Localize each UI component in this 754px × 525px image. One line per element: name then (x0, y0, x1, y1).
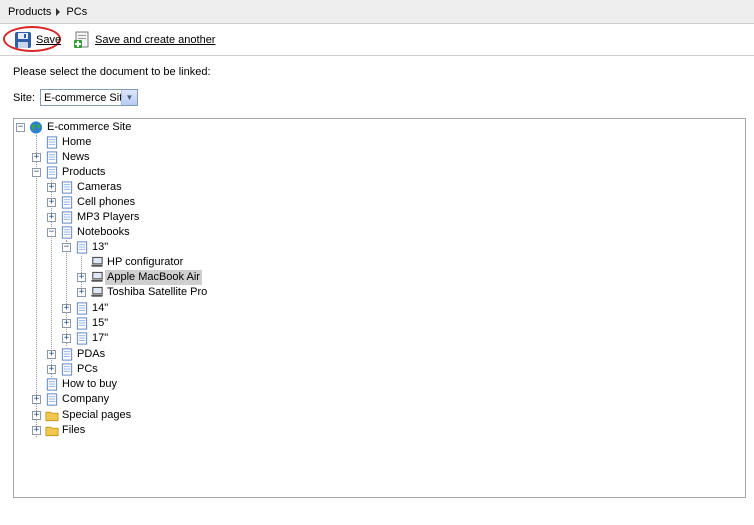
tree-node-pcs[interactable]: + PCs (14, 362, 314, 377)
tree-label: How to buy (62, 378, 118, 390)
tree-node-cameras[interactable]: + Cameras (14, 180, 314, 195)
expand-icon[interactable]: + (77, 273, 86, 282)
tree-node-14-inch[interactable]: + 14" (14, 301, 314, 316)
save-button[interactable]: Save (14, 31, 61, 49)
expand-icon[interactable]: + (77, 288, 86, 297)
collapse-icon[interactable]: − (62, 243, 71, 252)
tree-node-home[interactable]: Home (14, 135, 314, 150)
expand-icon[interactable]: + (62, 319, 71, 328)
document-icon (61, 363, 73, 376)
tree-node-notebooks[interactable]: − Notebooks (14, 225, 314, 240)
folder-icon (45, 426, 59, 437)
expand-icon[interactable]: + (32, 411, 41, 420)
expand-icon[interactable]: + (32, 395, 41, 404)
document-icon (76, 317, 88, 330)
tree-label: Company (62, 393, 110, 405)
expand-icon[interactable]: + (47, 350, 56, 359)
tree-node-apple-macbook-air[interactable]: + Apple MacBook Air (14, 270, 314, 285)
document-tree: − E-commerce Site Home + News − Products… (13, 118, 746, 498)
document-icon (76, 332, 88, 345)
tree-node-mp3-players[interactable]: + MP3 Players (14, 210, 314, 225)
tree-label: Cameras (77, 181, 122, 193)
site-selector-row: Site: E-commerce Site ▼ (13, 89, 139, 106)
tree-label: Toshiba Satellite Pro (107, 286, 208, 298)
tree-label: Special pages (62, 409, 132, 421)
save-new-icon (74, 31, 89, 48)
collapse-icon[interactable]: − (47, 228, 56, 237)
laptop-icon (90, 271, 104, 282)
tree-label: Notebooks (77, 226, 130, 238)
tree-label: 14" (92, 302, 109, 314)
expand-icon[interactable]: + (47, 213, 56, 222)
document-icon (46, 136, 58, 149)
tree-label: 17" (92, 332, 109, 344)
tree-label: Home (62, 136, 92, 148)
expand-icon[interactable]: + (32, 426, 41, 435)
chevron-down-icon[interactable]: ▼ (121, 90, 138, 105)
tree-label: Products (62, 166, 106, 178)
save-and-create-another-button[interactable]: Save and create another (73, 31, 215, 49)
document-icon (61, 181, 73, 194)
tree-label-selected: Apple MacBook Air (105, 270, 202, 285)
tree-label: HP configurator (107, 256, 184, 268)
floppy-disk-icon (15, 32, 31, 48)
tree-label: E-commerce Site (47, 121, 132, 133)
tree-label: 15" (92, 317, 109, 329)
tree-node-15-inch[interactable]: + 15" (14, 316, 314, 331)
save-label: Save (36, 34, 62, 46)
site-select-value: E-commerce Site (44, 91, 129, 104)
collapse-icon[interactable]: − (32, 168, 41, 177)
site-label: Site: (13, 91, 36, 104)
tree-node-news[interactable]: + News (14, 150, 314, 165)
breadcrumb-separator-icon (56, 7, 61, 16)
document-icon (61, 348, 73, 361)
intro-text: Please select the document to be linked: (13, 66, 211, 78)
expand-icon[interactable]: + (47, 198, 56, 207)
tree-label: News (62, 151, 90, 163)
expand-icon[interactable]: + (62, 304, 71, 313)
document-icon (46, 166, 58, 179)
breadcrumb: Products PCs (0, 0, 754, 24)
tree-label: MP3 Players (77, 211, 140, 223)
tree-node-root[interactable]: − E-commerce Site (14, 120, 314, 135)
tree-label: PCs (77, 363, 98, 375)
expand-icon[interactable]: + (47, 183, 56, 192)
tree-node-toshiba-satellite-pro[interactable]: + Toshiba Satellite Pro (14, 285, 314, 300)
document-icon (61, 196, 73, 209)
document-icon (46, 393, 58, 406)
laptop-icon (90, 256, 104, 267)
tree-node-products[interactable]: − Products (14, 165, 314, 180)
tree-label: 13" (92, 241, 109, 253)
tree-label: Files (62, 424, 86, 436)
folder-icon (45, 411, 59, 422)
expand-icon[interactable]: + (32, 153, 41, 162)
document-icon (76, 241, 88, 254)
document-icon (61, 211, 73, 224)
save-and-create-another-label: Save and create another (95, 34, 216, 46)
toolbar: Save Save and create another (0, 24, 754, 56)
tree-node-pdas[interactable]: + PDAs (14, 347, 314, 362)
document-icon (76, 302, 88, 315)
tree-node-company[interactable]: + Company (14, 392, 314, 407)
globe-icon (29, 121, 43, 134)
tree-label: Cell phones (77, 196, 136, 208)
tree-node-how-to-buy[interactable]: How to buy (14, 377, 314, 392)
document-icon (61, 226, 73, 239)
tree-label: PDAs (77, 348, 106, 360)
tree-node-hp-configurator[interactable]: HP configurator (14, 255, 314, 270)
breadcrumb-products[interactable]: Products (8, 6, 51, 18)
tree-node-17-inch[interactable]: + 17" (14, 331, 314, 346)
document-icon (46, 378, 58, 391)
breadcrumb-pcs: PCs (66, 5, 88, 18)
document-icon (46, 151, 58, 164)
expand-icon[interactable]: + (47, 365, 56, 374)
tree-node-cell-phones[interactable]: + Cell phones (14, 195, 314, 210)
collapse-icon[interactable]: − (16, 123, 25, 132)
tree-node-13-inch[interactable]: − 13" (14, 240, 314, 255)
tree-node-files[interactable]: + Files (14, 423, 314, 438)
site-select[interactable]: E-commerce Site ▼ (40, 89, 139, 106)
laptop-icon (90, 286, 104, 297)
expand-icon[interactable]: + (62, 334, 71, 343)
tree-node-special-pages[interactable]: + Special pages (14, 408, 314, 423)
